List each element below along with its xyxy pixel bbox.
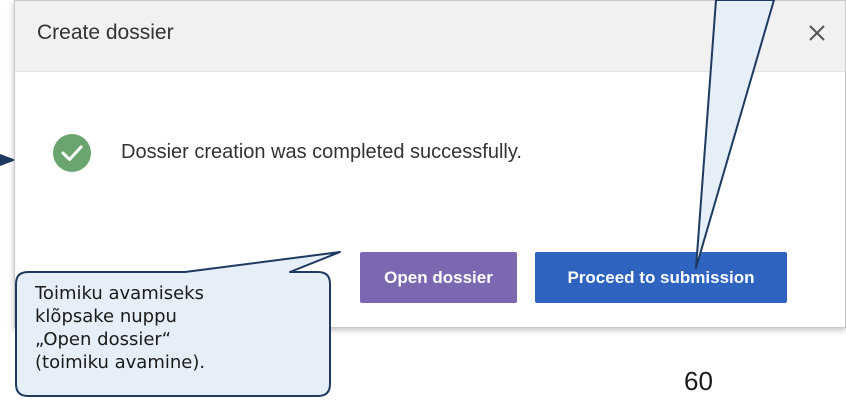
proceed-to-submission-button[interactable]: Proceed to submission <box>535 252 787 303</box>
callout-line: Toimiku avamiseks <box>35 283 204 304</box>
dialog-title: Create dossier <box>37 21 174 44</box>
open-dossier-button[interactable]: Open dossier <box>360 252 517 303</box>
page-number: 60 <box>684 366 713 396</box>
callout-line: klõpsake nuppu <box>35 306 177 327</box>
callout-line: (toimiku avamine). <box>35 352 206 373</box>
close-icon <box>809 25 825 41</box>
open-callout-text: Toimiku avamiseks klõpsake nuppu „Open d… <box>35 282 315 374</box>
create-dossier-dialog: Create dossier Dossier creation was comp… <box>14 0 846 328</box>
success-message: Dossier creation was completed successfu… <box>121 141 522 163</box>
callout-line: „Open dossier“ <box>35 329 172 350</box>
close-button[interactable] <box>805 21 829 45</box>
dialog-header: Create dossier <box>15 1 845 72</box>
check-circle-icon <box>53 134 91 172</box>
